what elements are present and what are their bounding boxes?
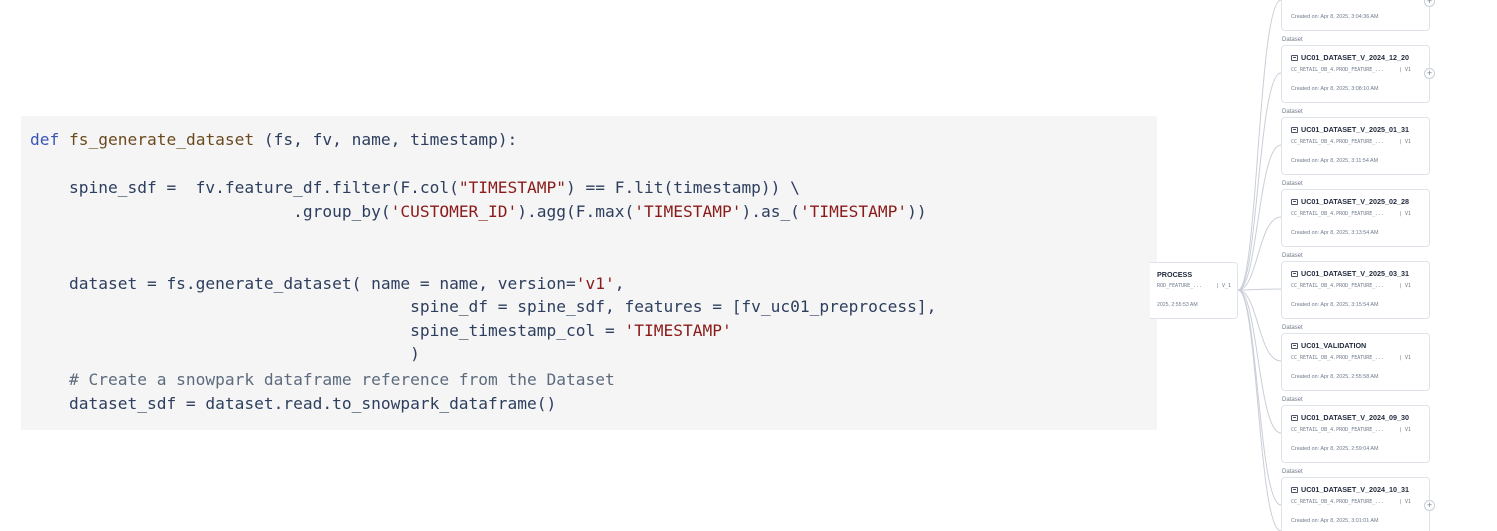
dataset-version: | V1	[1399, 499, 1412, 505]
dataset-created: Created on: Apr 8, 2025, 3:15:54 AM	[1291, 302, 1379, 308]
dataset-node-partial[interactable]: Created on: Apr 8, 2025, 3:04:36 AM	[1281, 0, 1430, 31]
expand-plus-button[interactable]: +	[1424, 68, 1435, 79]
dataset-icon	[1291, 127, 1298, 133]
dataset-name: UC01_DATASET_V_2024_12_20	[1301, 53, 1410, 62]
dataset-created: Created on: Apr 8, 2025, 3:08:10 AM	[1291, 86, 1379, 92]
dataset-path: CC_RETAIL_DB_4.PROD_FEATURE_...	[1291, 211, 1385, 217]
dataset-label: Dataset	[1282, 397, 1303, 403]
dataset-label: Dataset	[1282, 181, 1303, 187]
dataset-icon	[1291, 271, 1298, 277]
dataset-icon	[1291, 415, 1298, 421]
dataset-node[interactable]: UC01_DATASET_V_2025_01_31 CC_RETAIL_DB_4…	[1281, 117, 1430, 175]
lineage-graph[interactable]: PROCESS ROD_FEATURE_... | V_1 2025, 2:55…	[0, 0, 1497, 531]
dataset-version: | V1	[1399, 427, 1412, 433]
dataset-icon	[1291, 55, 1298, 61]
lineage-edges	[1237, 0, 1282, 531]
dataset-node[interactable]: UC01_DATASET_V_2025_02_28 CC_RETAIL_DB_4…	[1281, 189, 1430, 247]
dataset-name: UC01_DATASET_V_2025_02_28	[1301, 197, 1410, 206]
dataset-node[interactable]: UC01_DATASET_V_2025_03_31 CC_RETAIL_DB_4…	[1281, 261, 1430, 319]
dataset-path: CC_RETAIL_DB_4.PROD_FEATURE_...	[1291, 427, 1385, 433]
dataset-label: Dataset	[1282, 253, 1303, 259]
dataset-node[interactable]: UC01_DATASET_V_2024_09_30 CC_RETAIL_DB_4…	[1281, 405, 1430, 463]
feature-view-node[interactable]: PROCESS ROD_FEATURE_... | V_1 2025, 2:55…	[1150, 262, 1238, 319]
dataset-icon	[1291, 199, 1298, 205]
dataset-created: Created on: Apr 8, 2025, 3:13:54 AM	[1291, 230, 1379, 236]
dataset-version: | V1	[1399, 67, 1412, 73]
dataset-version: | V1	[1399, 139, 1412, 145]
dataset-version: | V1	[1399, 283, 1412, 289]
dataset-label: Dataset	[1282, 37, 1303, 43]
expand-plus-button[interactable]: +	[1424, 500, 1435, 511]
dataset-created: Created on: Apr 8, 2025, 3:04:36 AM	[1291, 14, 1379, 20]
dataset-icon	[1291, 343, 1298, 349]
dataset-path: CC_RETAIL_DB_4.PROD_FEATURE_...	[1291, 355, 1385, 361]
dataset-name: UC01_DATASET_V_2025_01_31	[1301, 125, 1410, 134]
dataset-name: UC01_DATASET_V_2025_03_31	[1301, 269, 1410, 278]
dataset-icon	[1291, 487, 1298, 493]
dataset-node[interactable]: UC01_DATASET_V_2024_12_20 CC_RETAIL_DB_4…	[1281, 45, 1430, 103]
dataset-path: CC_RETAIL_DB_4.PROD_FEATURE_...	[1291, 139, 1385, 145]
dataset-path: CC_RETAIL_DB_4.PROD_FEATURE_...	[1291, 283, 1385, 289]
node-created: 2025, 2:55:53 AM	[1157, 302, 1198, 308]
dataset-name: UC01_DATASET_V_2024_10_31	[1301, 485, 1410, 494]
dataset-version: | V1	[1399, 211, 1412, 217]
dataset-created: Created on: Apr 8, 2025, 2:55:58 AM	[1291, 374, 1379, 380]
dataset-name: UC01_DATASET_V_2024_09_30	[1301, 413, 1410, 422]
dataset-created: Created on: Apr 8, 2025, 3:01:01 AM	[1291, 518, 1379, 524]
dataset-name: UC01_VALIDATION	[1301, 341, 1367, 350]
dataset-created: Created on: Apr 8, 2025, 3:11:54 AM	[1291, 158, 1379, 164]
dataset-node[interactable]: UC01_VALIDATION CC_RETAIL_DB_4.PROD_FEAT…	[1281, 333, 1430, 391]
node-title: PROCESS	[1157, 270, 1193, 279]
dataset-label: Dataset	[1282, 469, 1303, 475]
node-path: ROD_FEATURE_...	[1157, 283, 1203, 289]
dataset-created: Created on: Apr 8, 2025, 2:59:04 AM	[1291, 446, 1379, 452]
dataset-path: CC_RETAIL_DB_4.PROD_FEATURE_...	[1291, 499, 1385, 505]
dataset-label: Dataset	[1282, 109, 1303, 115]
dataset-label: Dataset	[1282, 325, 1303, 331]
dataset-node[interactable]: UC01_DATASET_V_2024_10_31 CC_RETAIL_DB_4…	[1281, 477, 1430, 531]
dataset-path: CC_RETAIL_DB_4.PROD_FEATURE_...	[1291, 67, 1385, 73]
node-version: | V_1	[1216, 283, 1232, 289]
dataset-version: | V1	[1399, 355, 1412, 361]
